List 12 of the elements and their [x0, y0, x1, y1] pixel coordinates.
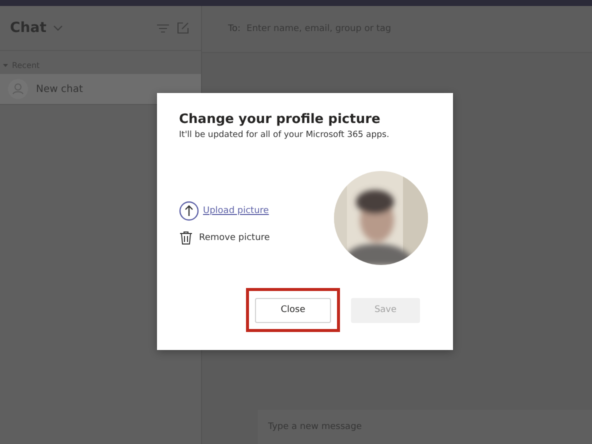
avatar-icon [8, 79, 28, 99]
dialog-title: Change your profile picture [179, 112, 382, 127]
compose-icon[interactable] [177, 22, 189, 34]
remove-button[interactable]: Remove picture [197, 233, 270, 243]
dialog-subtitle: It'll be updated for all of your Microsoft 365 apps. [179, 130, 390, 140]
chevron-down-icon[interactable] [53, 25, 64, 31]
dialog-button[interactable]: Close [255, 298, 331, 322]
filter-icon[interactable] [157, 24, 169, 32]
upload-link[interactable]: Upload picture [203, 206, 269, 216]
caret-icon[interactable] [3, 63, 8, 68]
upload-icon[interactable] [179, 201, 199, 221]
trash-icon[interactable] [179, 231, 193, 245]
